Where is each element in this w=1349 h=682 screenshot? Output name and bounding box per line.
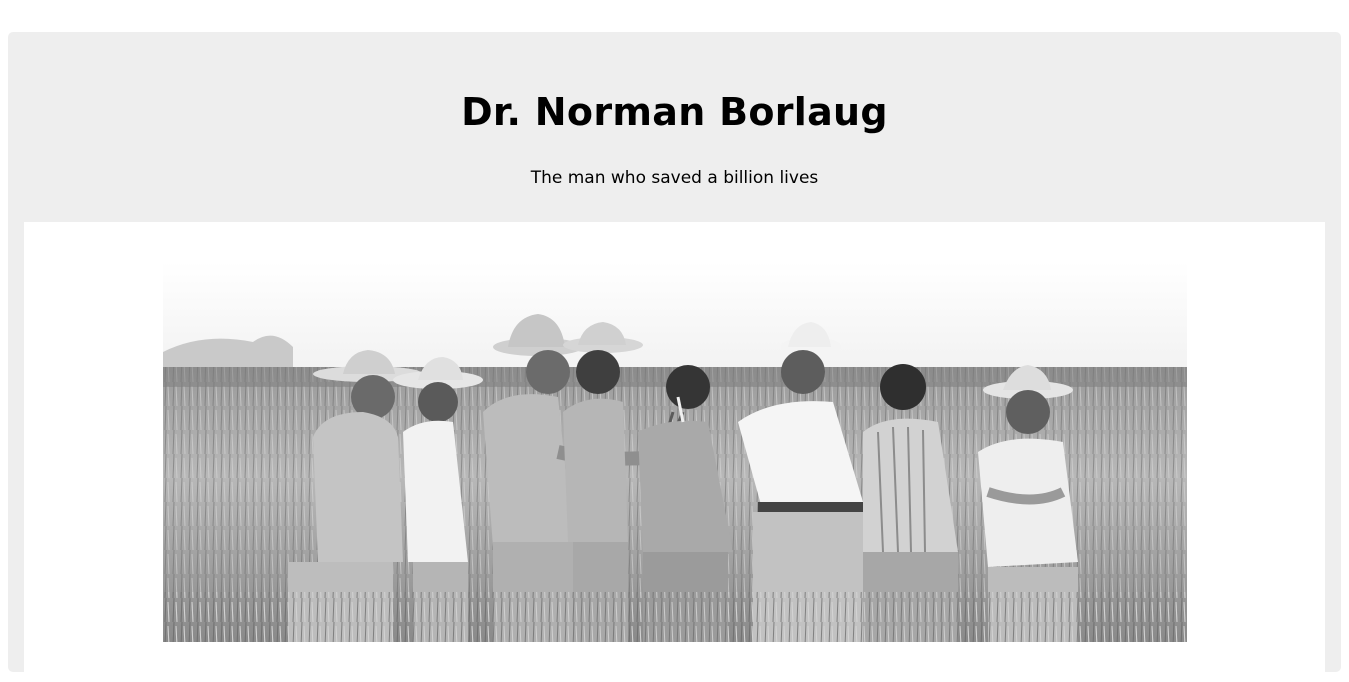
image-container: [24, 222, 1325, 682]
main-container: Dr. Norman Borlaug The man who saved a b…: [8, 32, 1341, 682]
tagline: The man who saved a billion lives: [530, 168, 819, 188]
photo-icon: [163, 262, 1187, 642]
borlaug-photo: [163, 262, 1187, 642]
page-title: Dr. Norman Borlaug: [461, 90, 888, 134]
